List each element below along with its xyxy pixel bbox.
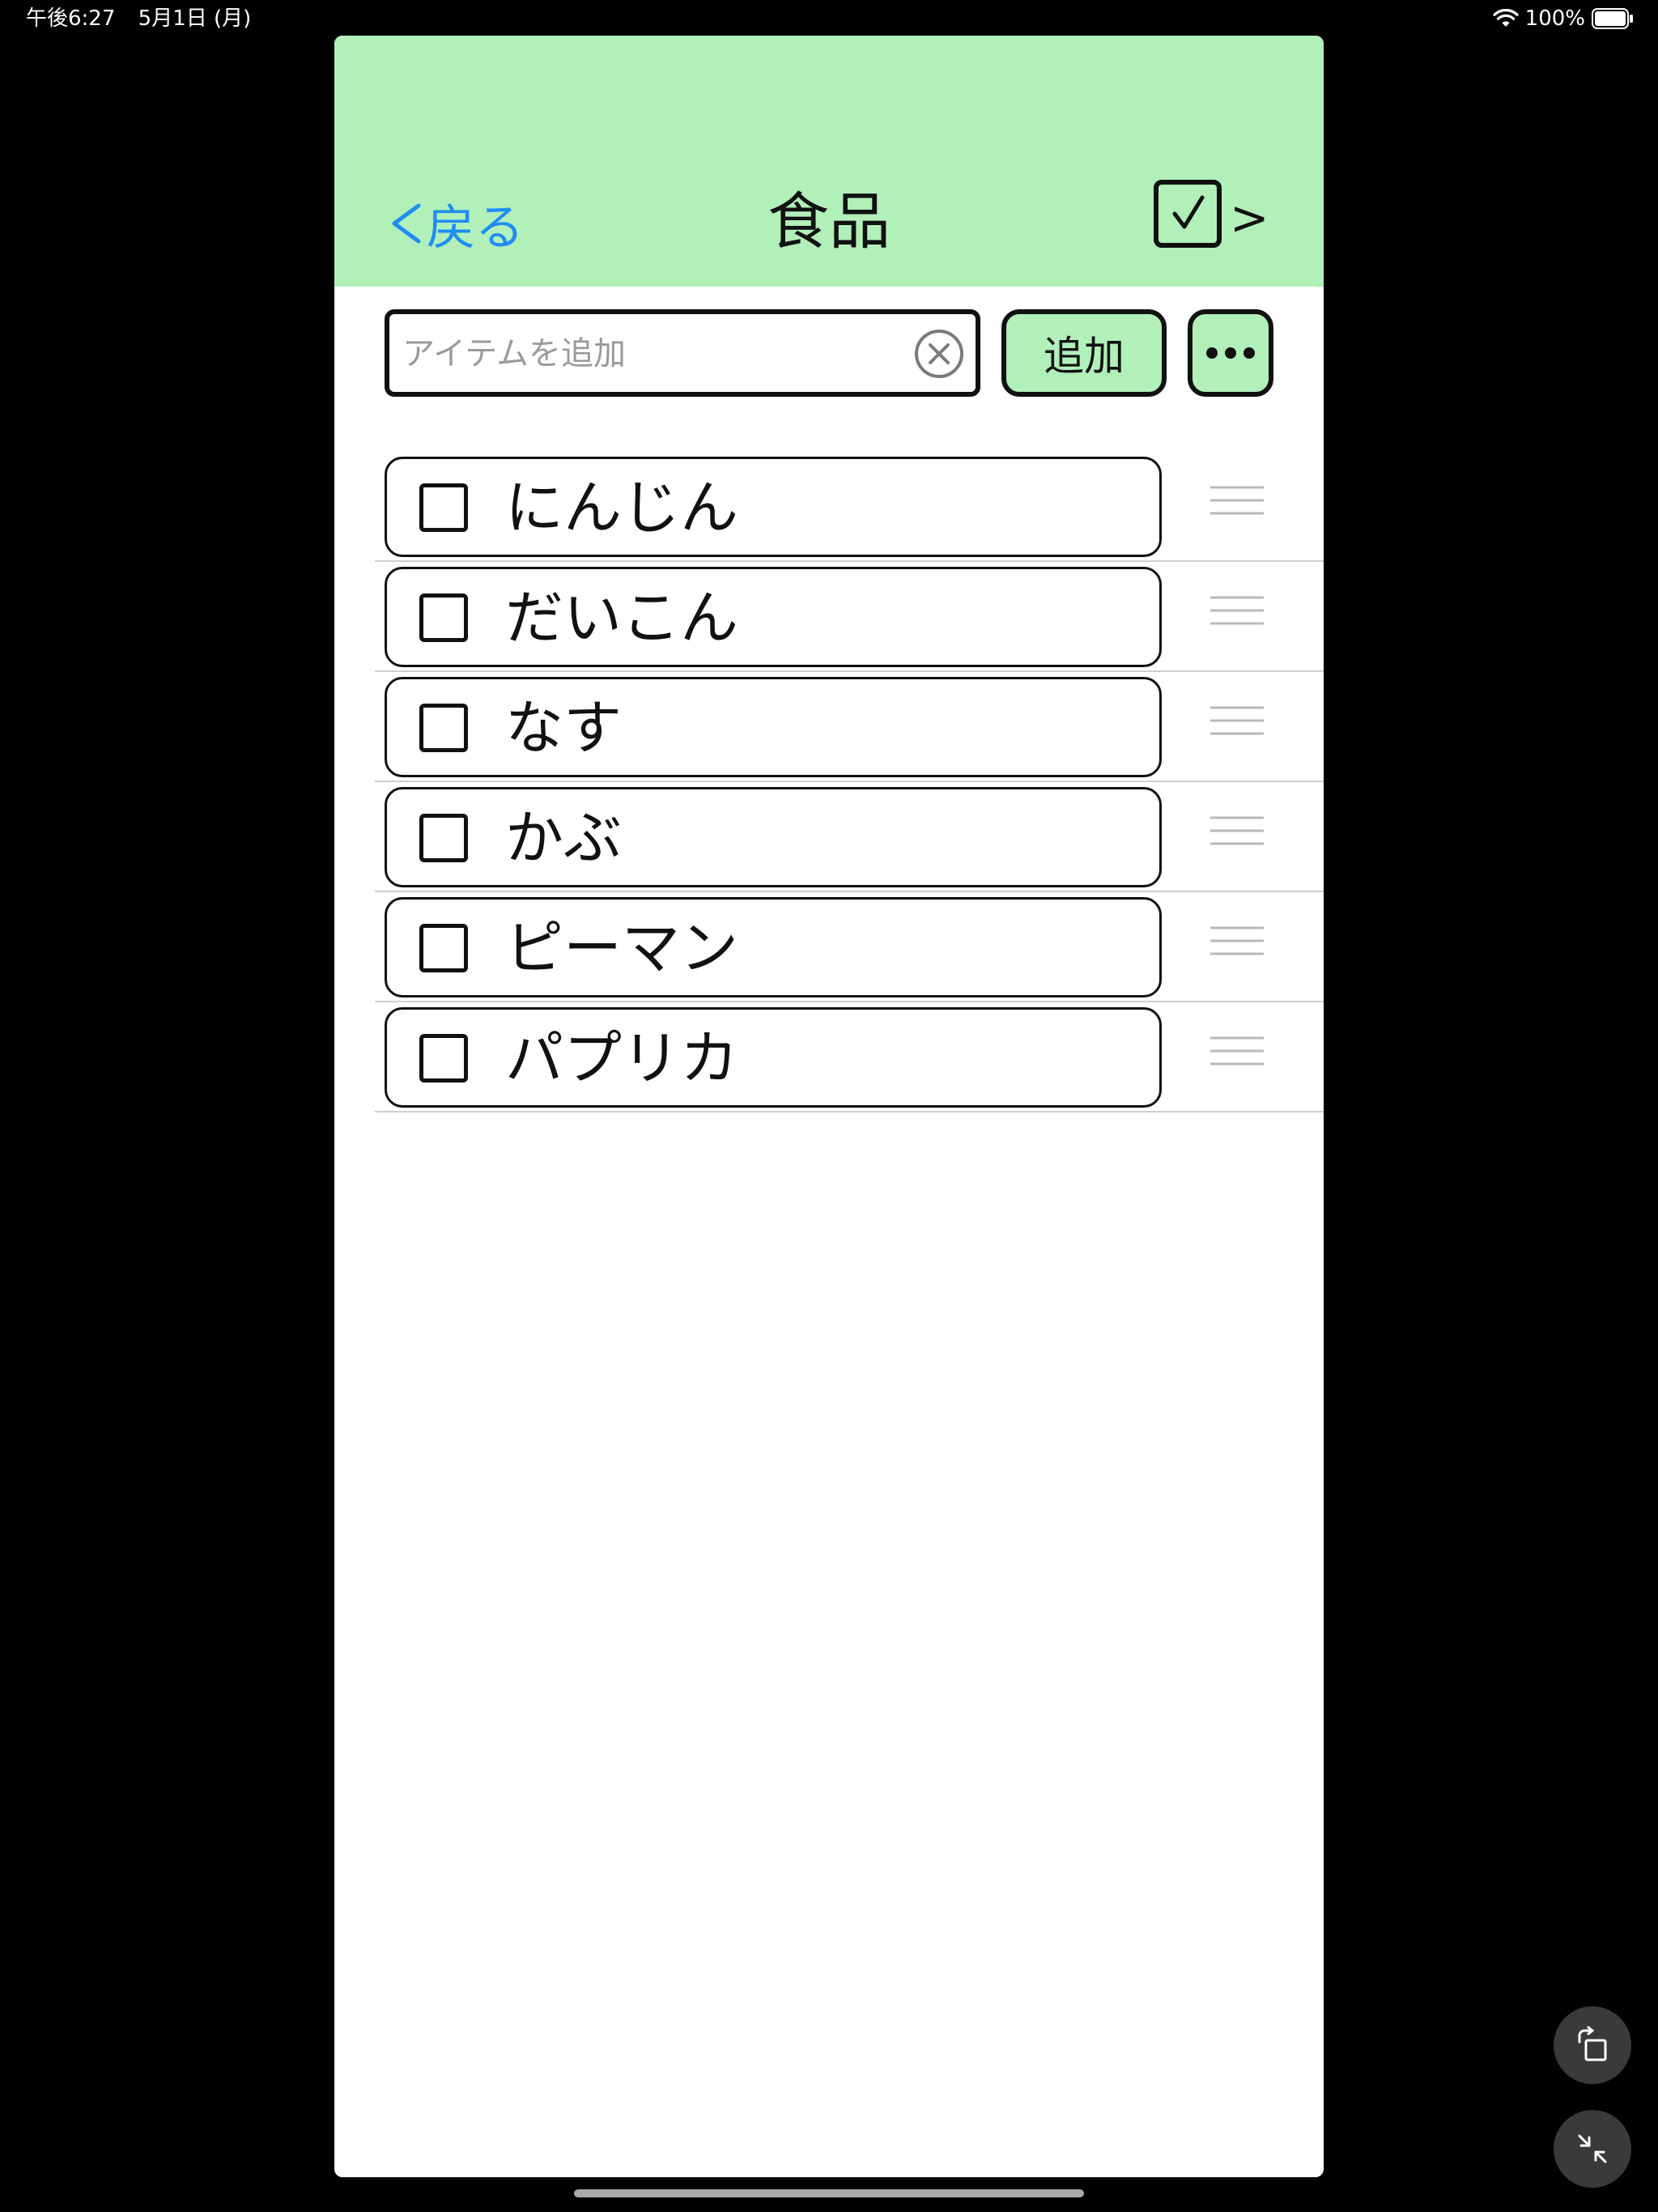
shrink-icon <box>1578 2134 1607 2163</box>
list-item[interactable]: だいこん <box>385 567 1162 667</box>
shrink-button[interactable] <box>1554 2110 1631 2188</box>
item-label: なす <box>505 694 623 762</box>
battery-icon <box>1592 8 1633 29</box>
status-date: 5月1日 (月) <box>138 6 252 31</box>
header-bar: 戻る 食品 > <box>334 36 1324 287</box>
rotate-button[interactable] <box>1554 2006 1631 2084</box>
item-checkbox[interactable] <box>419 704 468 752</box>
item-checkbox[interactable] <box>419 924 468 972</box>
drag-handle-icon[interactable] <box>1210 704 1264 737</box>
item-label: かぶ <box>505 804 623 872</box>
list-item[interactable]: にんじん <box>385 457 1162 557</box>
app-window: 戻る 食品 > 追加 <box>334 36 1324 2177</box>
battery-percent: 100% <box>1524 6 1585 31</box>
status-time: 午後6:27 <box>26 6 116 31</box>
status-bar-left: 午後6:27 5月1日 (月) <box>26 6 267 31</box>
ellipsis-icon <box>1206 347 1255 359</box>
check-all-button[interactable] <box>1154 180 1222 248</box>
checkbox-checked-icon <box>1172 195 1205 229</box>
clear-circle-icon[interactable] <box>914 329 964 379</box>
wifi-icon <box>1493 9 1519 27</box>
item-checkbox[interactable] <box>419 593 468 642</box>
list-item[interactable]: かぶ <box>385 787 1162 887</box>
rotate-icon <box>1578 2026 1607 2061</box>
list-row: なす <box>375 672 1324 782</box>
item-label: ピーマン <box>505 914 739 982</box>
status-bar-right: 100% <box>1493 6 1634 31</box>
drag-handle-icon[interactable] <box>1210 594 1264 627</box>
list-item[interactable]: なす <box>385 677 1162 777</box>
item-label: にんじん <box>505 474 739 542</box>
add-button[interactable]: 追加 <box>1001 309 1167 397</box>
list-item[interactable]: パプリカ <box>385 1007 1162 1108</box>
drag-handle-icon[interactable] <box>1210 815 1264 847</box>
item-checkbox[interactable] <box>419 814 468 862</box>
item-checkbox[interactable] <box>419 483 468 532</box>
list-row: かぶ <box>375 782 1324 892</box>
item-checkbox[interactable] <box>419 1034 468 1083</box>
list-item[interactable]: ピーマン <box>385 897 1162 998</box>
add-item-field <box>385 309 980 397</box>
list-row: ピーマン <box>375 892 1324 1002</box>
drag-handle-icon[interactable] <box>1210 925 1264 957</box>
list-row: だいこん <box>375 562 1324 672</box>
screen: 午後6:27 5月1日 (月) 100% 戻る 食品 > アイテムを追加 追加 … <box>0 0 1658 2212</box>
next-button[interactable]: > <box>1230 189 1269 246</box>
home-indicator[interactable] <box>574 2189 1084 2197</box>
drag-handle-icon[interactable] <box>1210 1035 1264 1067</box>
item-label: だいこん <box>505 584 739 652</box>
drag-handle-icon[interactable] <box>1210 484 1264 517</box>
list-row: にんじん <box>375 452 1324 562</box>
item-label: パプリカ <box>505 1024 739 1092</box>
add-item-input[interactable] <box>401 314 890 393</box>
item-list: にんじんだいこんなすかぶピーマンパプリカ <box>375 452 1324 1112</box>
more-button[interactable] <box>1188 309 1273 397</box>
list-row: パプリカ <box>375 1002 1324 1112</box>
